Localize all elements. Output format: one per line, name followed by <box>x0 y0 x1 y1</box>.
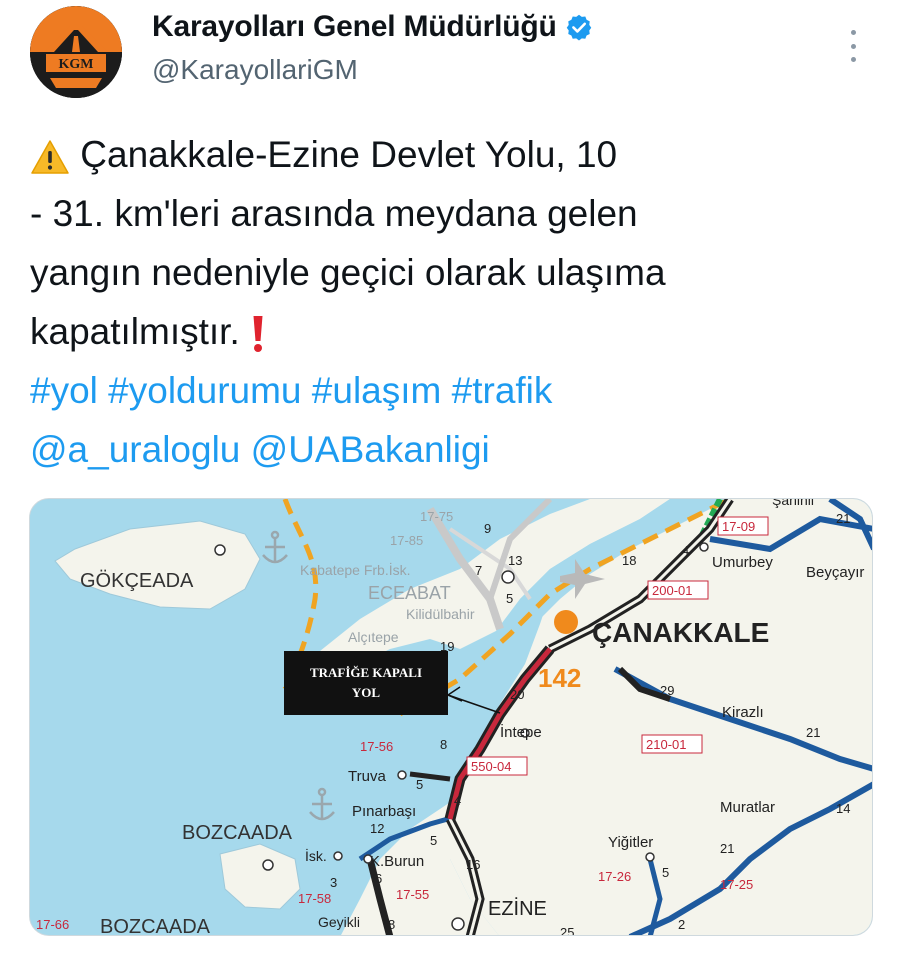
km-marker: 25 <box>560 925 574 936</box>
km-marker: 2 <box>678 917 685 932</box>
km-marker: 16 <box>466 857 480 872</box>
closed-road-callout <box>284 651 448 715</box>
tweet-line-1-text: Çanakkale-Ezine Devlet Yolu, 10 <box>80 134 618 175</box>
dot-icon <box>850 30 856 35</box>
tweet-line-4: kapatılmıştır. <box>30 302 790 361</box>
label-truva: Truva <box>348 768 386 785</box>
red-exclamation-icon <box>253 316 263 353</box>
km-marker: 12 <box>370 821 384 836</box>
label-muratlar: Muratlar <box>720 799 775 816</box>
label-kabatepe: Kabatepe Frb.İsk. <box>300 561 411 578</box>
tweet-line-1: Çanakkale-Ezine Devlet Yolu, 10 <box>30 125 790 184</box>
label-umurbey: Umurbey <box>712 554 773 571</box>
route-17-75: 17-75 <box>420 509 453 524</box>
tweet-text: Çanakkale-Ezine Devlet Yolu, 10 - 31. km… <box>30 125 790 479</box>
km-marker: 6 <box>375 871 382 886</box>
km-marker: 3 <box>330 875 337 890</box>
km-marker: 20 <box>510 687 524 702</box>
label-kilitbahir: Kilidülbahir <box>406 606 475 622</box>
label-yigitler: Yiğitler <box>608 834 653 851</box>
tweet-media-map[interactable]: GÖKÇEADA ECEABAT Kilidülbahir Alçıtepe K… <box>29 498 873 936</box>
km-marker: 14 <box>836 801 850 816</box>
author-name-row[interactable]: Karayolları Genel Müdürlüğü <box>152 10 593 44</box>
hashtag-line: #yol #yoldurumu #ulaşım #trafik <box>30 361 790 420</box>
km-marker: 4 <box>682 543 689 558</box>
author-handle[interactable]: @KarayollariGM <box>152 54 358 86</box>
route-210-01: 210-01 <box>646 737 686 752</box>
label-kburun: K.Burun <box>370 853 424 870</box>
route-17-55: 17-55 <box>396 887 429 902</box>
profile-avatar[interactable]: KGM <box>30 6 122 98</box>
km-marker: 18 <box>622 553 636 568</box>
mention-line: @a_uraloglu @UABakanligi <box>30 420 790 479</box>
dot-icon <box>850 57 856 62</box>
mention-uabakanligi[interactable]: @UABakanligi <box>251 429 490 470</box>
km-marker: 29 <box>660 683 674 698</box>
tweet-line-4-text: kapatılmıştır. <box>30 311 240 352</box>
hashtag-trafik[interactable]: #trafik <box>452 370 553 411</box>
label-ezine: EZİNE <box>488 897 547 920</box>
route-17-26: 17-26 <box>598 869 631 884</box>
verified-badge-icon <box>566 14 591 41</box>
label-beycayir: Beyçayır <box>806 564 864 581</box>
warning-sign-icon <box>31 140 69 174</box>
tweet-line-3: yangın nedeniyle geçici olarak ulaşıma <box>30 252 666 293</box>
route-17-09: 17-09 <box>722 519 755 534</box>
km-marker: 8 <box>440 737 447 752</box>
kgm-logo-icon: KGM <box>30 6 122 98</box>
route-17-66: 17-66 <box>36 917 69 932</box>
label-alcitepe: Alçıtepe <box>348 629 399 645</box>
km-marker: 7 <box>475 563 482 578</box>
hashtag-yoldurumu[interactable]: #yoldurumu <box>108 370 301 411</box>
label-bozcaada-island: BOZCAADA <box>182 822 293 844</box>
label-kirazli: Kirazlı <box>722 704 764 721</box>
hashtag-ulasim[interactable]: #ulaşım <box>312 370 442 411</box>
label-sahinli: Şahinli <box>772 499 814 508</box>
label-pinarbasi: Pınarbaşı <box>352 803 416 820</box>
label-eceabat: ECEABAT <box>368 583 451 603</box>
author-display-name[interactable]: Karayolları Genel Müdürlüğü <box>152 10 557 44</box>
label-isk: İsk. <box>305 847 327 864</box>
km-marker: 5 <box>416 777 423 792</box>
km-marker: 8 <box>388 917 395 932</box>
callout-line-2: YOL <box>352 685 381 700</box>
dot-icon <box>850 43 856 49</box>
route-200-01: 200-01 <box>652 583 692 598</box>
label-bozcaada-town: BOZCAADA <box>100 916 211 936</box>
km-marker: 5 <box>506 591 513 606</box>
route-17-56: 17-56 <box>360 739 393 754</box>
road-142-label: 142 <box>538 663 581 693</box>
km-marker: 21 <box>806 725 820 740</box>
label-geyikli: Geyikli <box>318 914 360 930</box>
route-17-85: 17-85 <box>390 533 423 548</box>
mention-a-uraloglu[interactable]: @a_uraloglu <box>30 429 240 470</box>
label-gokceada: GÖKÇEADA <box>80 570 194 592</box>
route-550-04: 550-04 <box>471 759 511 774</box>
km-marker: 13 <box>508 553 522 568</box>
km-marker: 9 <box>484 521 491 536</box>
km-marker: 21 <box>720 841 734 856</box>
km-marker: 21 <box>836 511 850 526</box>
label-canakkale: ÇANAKKALE <box>592 617 769 648</box>
km-marker: 5 <box>662 865 669 880</box>
more-options-icon[interactable] <box>838 26 868 66</box>
avatar-text: KGM <box>59 57 94 72</box>
tweet-line-2: - 31. km'leri arasında meydana gelen <box>30 193 638 234</box>
route-17-58: 17-58 <box>298 891 331 906</box>
label-intepe: İntepe <box>500 723 542 741</box>
km-marker: 4 <box>454 793 461 808</box>
callout-line-1: TRAFİĞE KAPALI <box>310 665 422 680</box>
canakkale-city-dot <box>554 610 578 634</box>
hashtag-yol[interactable]: #yol <box>30 370 98 411</box>
road-closure-map: GÖKÇEADA ECEABAT Kilidülbahir Alçıtepe K… <box>30 499 872 936</box>
km-marker: 5 <box>430 833 437 848</box>
route-17-25: 17-25 <box>720 877 753 892</box>
